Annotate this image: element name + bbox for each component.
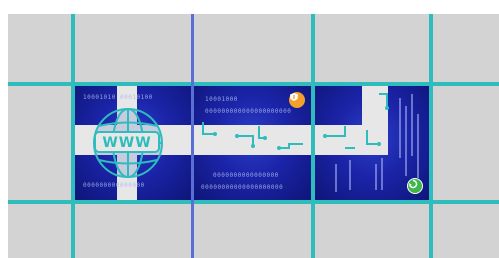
www-bottom-binary: 000000000000000: [83, 182, 145, 189]
puzzle-tile-circuit[interactable]: 10001000 000000000000000000000 000000000…: [193, 86, 311, 200]
www-label: WWW: [102, 135, 152, 151]
circuit-bottom-text-2: 00000000000000000000: [201, 184, 284, 191]
puzzle-tile-www[interactable]: 10001010 00010100 000000000000000 WWW: [75, 86, 193, 200]
tile-seam-line: [191, 14, 194, 258]
shield-glyph-icon: [290, 93, 298, 101]
grid-line-vertical-1: [71, 14, 75, 258]
shield-badge-icon[interactable]: [289, 92, 305, 108]
grid-line-horizontal-top: [8, 82, 499, 86]
circuit-top-dots: 000000000000000000000: [205, 108, 292, 115]
recycle-icon[interactable]: [407, 178, 423, 194]
puzzle-tile-maze[interactable]: [315, 86, 429, 200]
circuit-top-code: 10001000: [205, 96, 238, 103]
www-top-binary: 10001010 00010100: [83, 94, 153, 101]
grid-line-horizontal-bottom: [8, 200, 499, 204]
grid-line-vertical-4: [429, 14, 433, 258]
puzzle-board: 10001010 00010100 000000000000000 WWW 10…: [8, 14, 499, 258]
recycle-glyph-icon: [408, 179, 418, 189]
circuit-bottom-text-1: 0000000000000000: [213, 172, 279, 179]
grid-line-vertical-3: [311, 14, 315, 258]
